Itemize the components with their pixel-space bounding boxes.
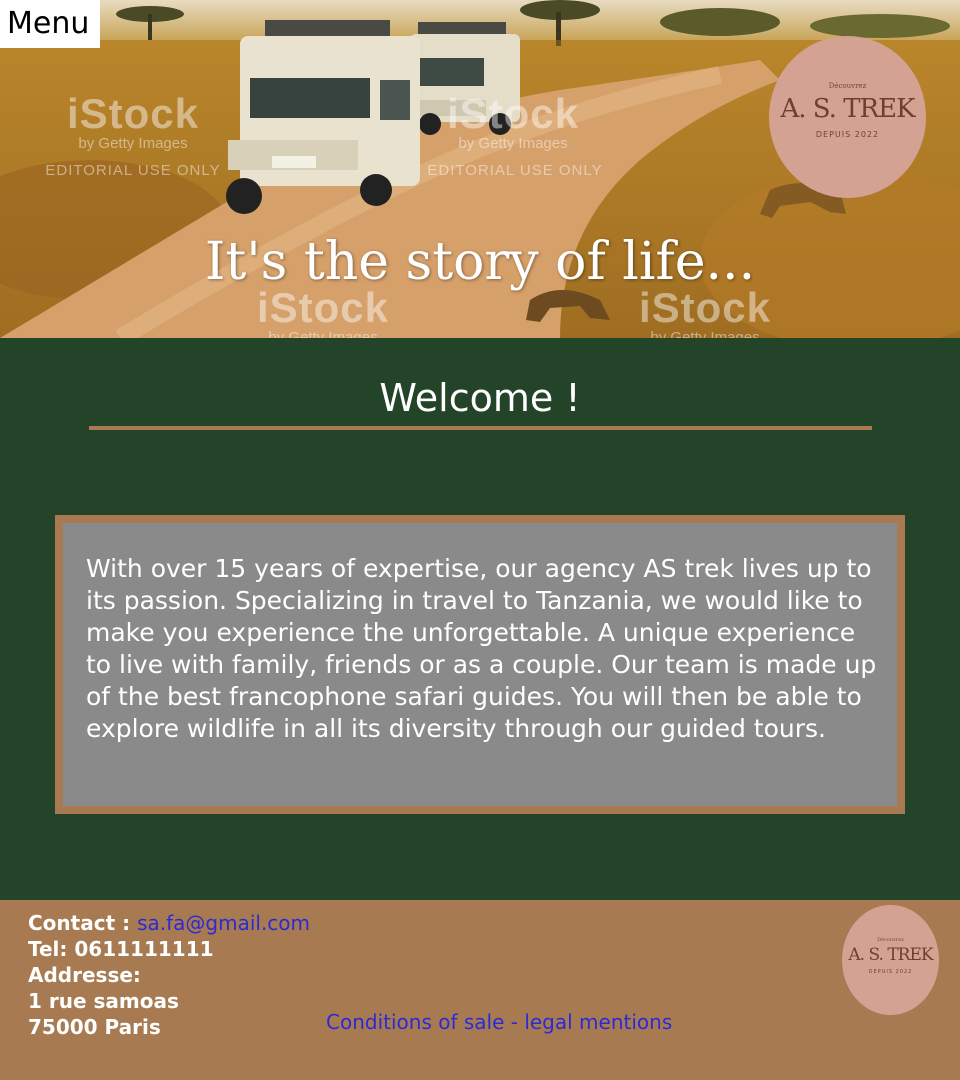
about-box: With over 15 years of expertise, our age… [55,515,905,814]
legal-link[interactable]: Conditions of sale - legal mentions [326,1010,672,1034]
address-label: Addresse: [28,963,141,987]
contact-label: Contact : [28,911,131,935]
phone-number: Tel: 0611111111 [28,937,214,961]
hero-tagline: It's the story of life... [204,232,756,292]
menu-button[interactable]: Menu [0,0,100,48]
hero-banner: iStock by Getty Images iStock by Getty I… [0,0,960,338]
welcome-heading: Welcome ! [379,376,581,420]
footer-logo[interactable]: Découvrez A. S. TREK DEPUIS 2022 [842,905,939,1015]
logo-top-text: Découvrez [828,82,867,90]
heading-divider [89,426,872,430]
brand-logo[interactable]: Découvrez A. S. TREK DEPUIS 2022 [769,36,926,198]
footer: Contact : sa.fa@gmail.com Tel: 061111111… [0,900,960,1080]
address-street: 1 rue samoas [28,989,179,1013]
logo-name: A. S. TREK [848,945,933,965]
address-city: 75000 Paris [28,1015,161,1039]
logo-top-text: Découvrez [877,937,904,943]
about-text: With over 15 years of expertise, our age… [86,554,877,743]
logo-since: DEPUIS 2022 [868,969,913,975]
logo-name: A. S. TREK [780,94,915,124]
email-link[interactable]: sa.fa@gmail.com [137,911,310,935]
contact-block: Contact : sa.fa@gmail.com Tel: 061111111… [28,910,310,1040]
logo-since: DEPUIS 2022 [815,130,880,139]
